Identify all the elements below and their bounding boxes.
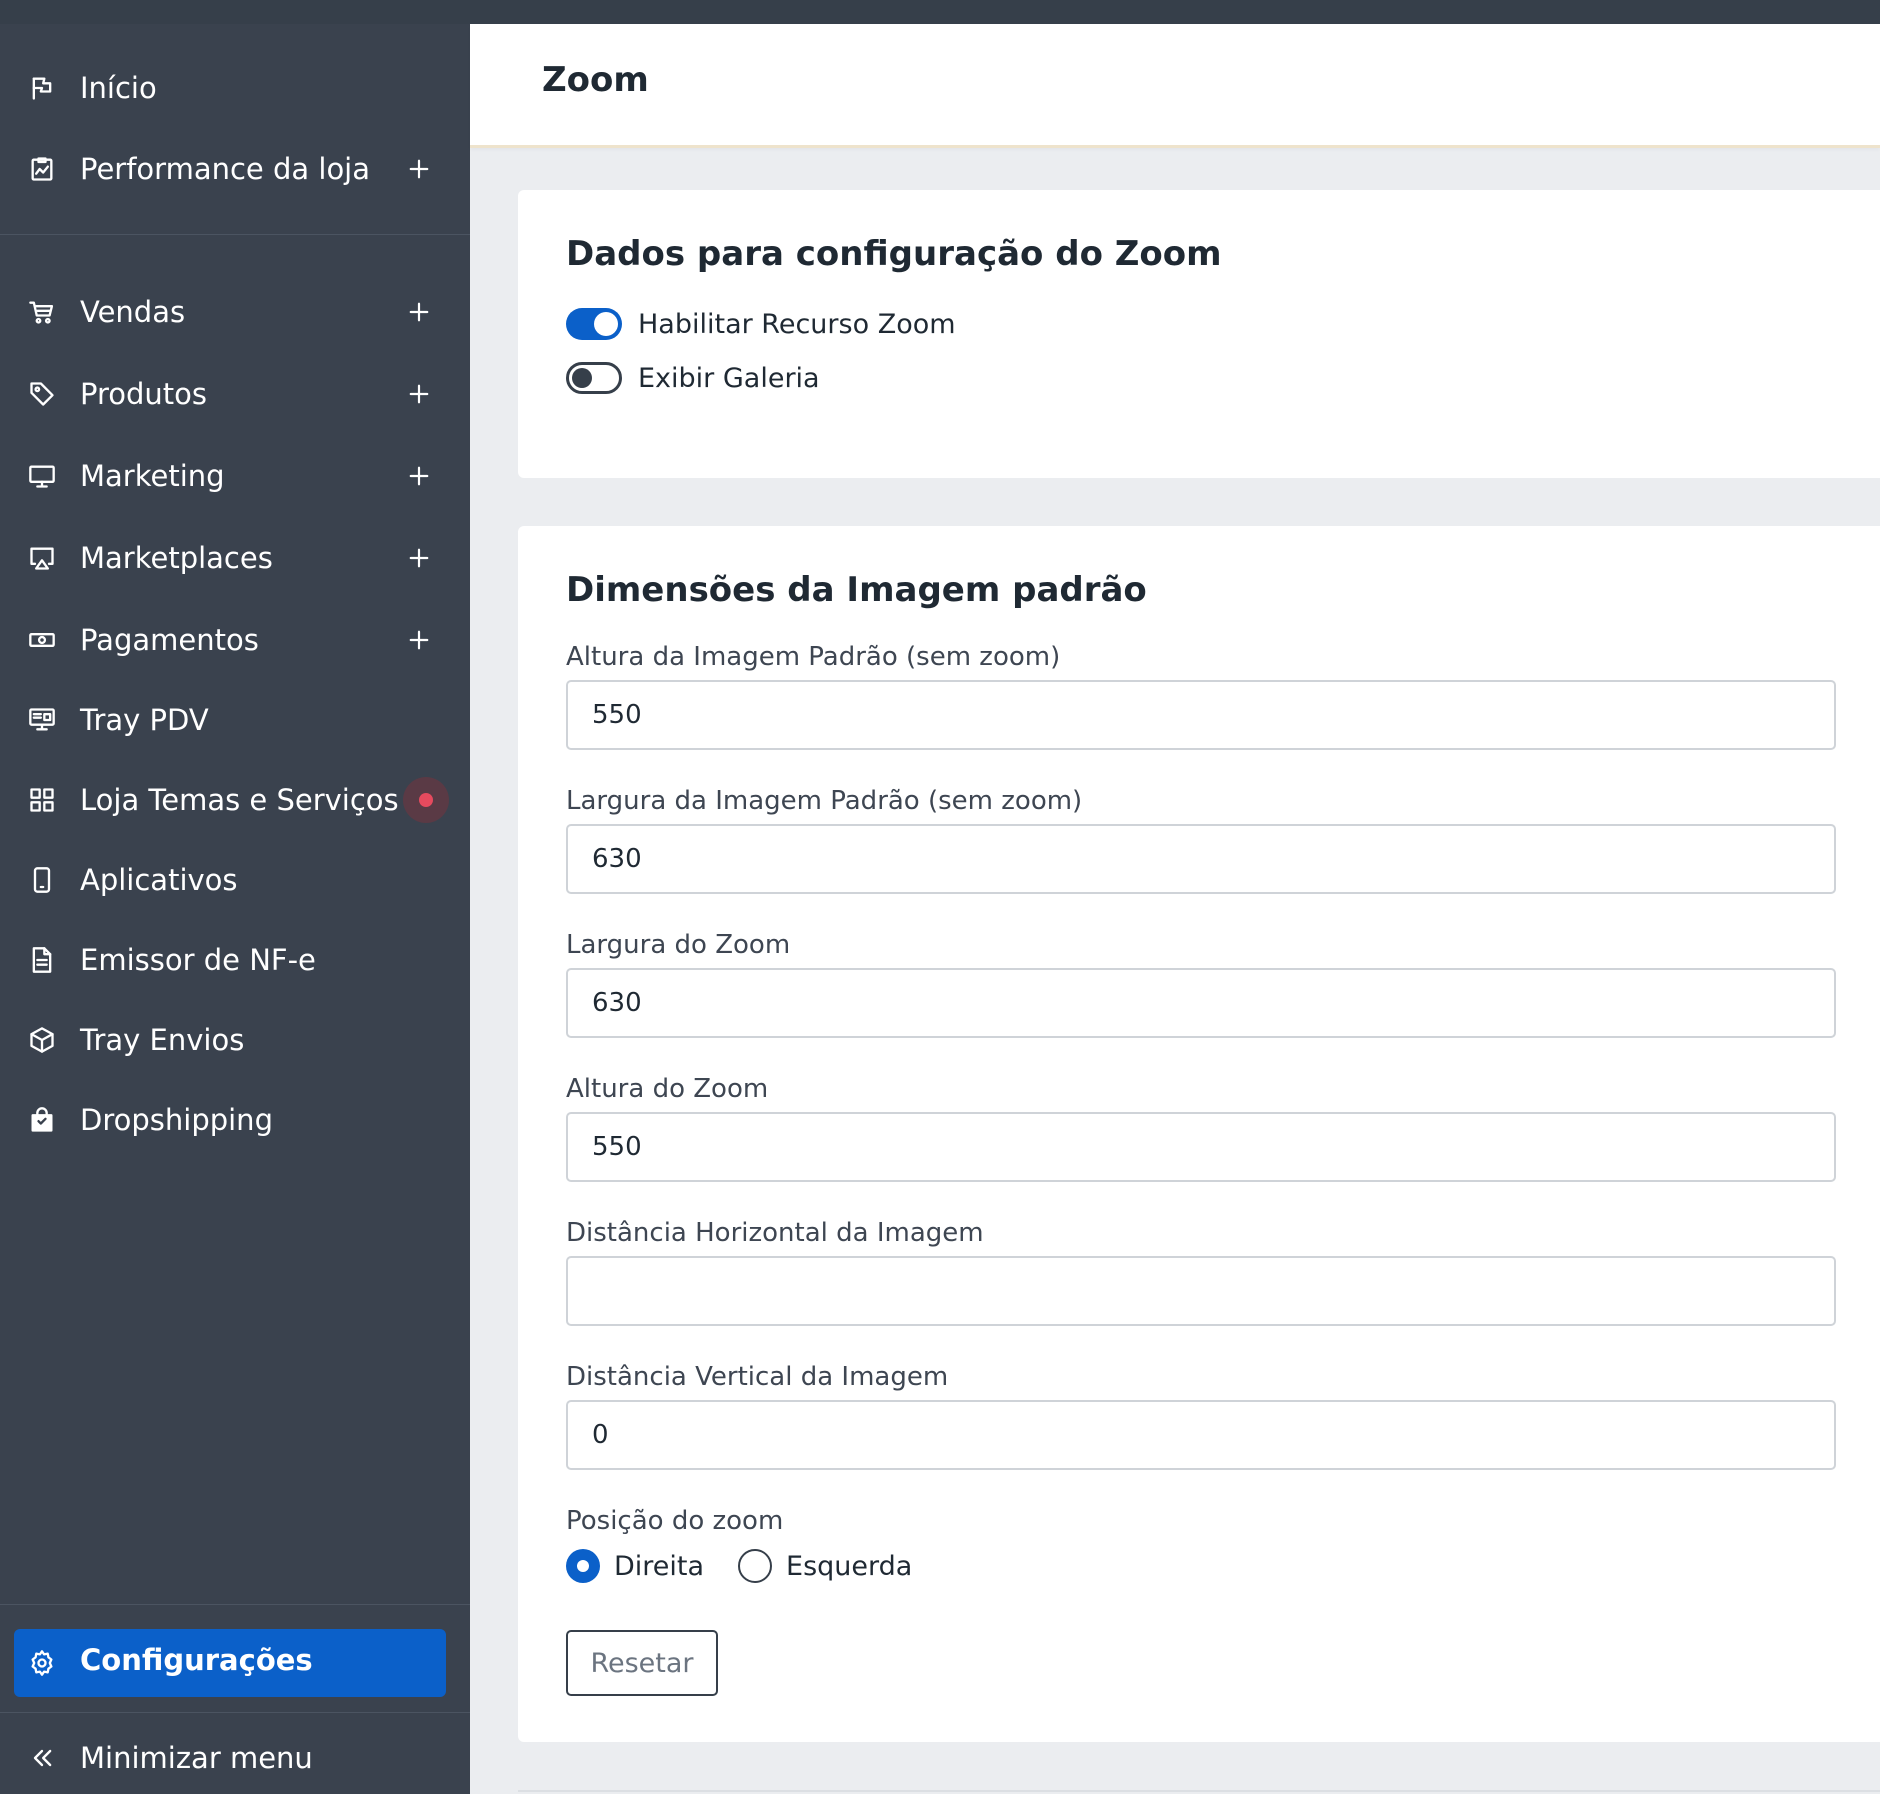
pos-terminal-icon [28,706,56,734]
default-image-width-input[interactable] [566,824,1836,894]
sidebar-item-aplicativos[interactable]: Aplicativos [0,850,470,910]
next-card-edge [518,1790,1880,1792]
tag-icon [28,380,56,408]
radio-label: Esquerda [786,1550,913,1582]
field-label: Altura da Imagem Padrão (sem zoom) [566,642,1061,672]
sidebar-item-label: Início [80,71,157,105]
default-image-height-input[interactable] [566,680,1836,750]
shopping-bag-icon [28,1106,56,1134]
toggle-switch-on[interactable] [566,308,622,340]
radio-left[interactable]: Esquerda [738,1549,912,1583]
show-gallery-toggle[interactable]: Exibir Galeria [566,360,820,396]
plus-icon[interactable] [404,379,434,409]
radio-right[interactable]: Direita [566,1549,704,1583]
toggle-switch-off[interactable] [566,362,622,394]
zoom-position-radio-group: Direita Esquerda [566,1548,946,1584]
sidebar-item-label: Dropshipping [80,1103,273,1137]
double-chevron-left-icon [28,1744,56,1772]
sidebar-divider [0,234,470,235]
reset-button[interactable]: Resetar [566,1630,718,1696]
sidebar-item-marketing[interactable]: Marketing [0,446,470,506]
image-dimensions-card: Dimensões da Imagem padrão Altura da Ima… [518,526,1880,1742]
sidebar-item-label: Marketing [80,459,225,493]
sidebar-item-label: Produtos [80,377,208,411]
plus-icon[interactable] [404,625,434,655]
plus-icon[interactable] [404,297,434,327]
radio-button-unchecked[interactable] [738,1549,773,1583]
monitor-icon [28,462,56,490]
sidebar-item-pagamentos[interactable]: Pagamentos [0,610,470,670]
sidebar-item-label: Emissor de NF-e [80,943,316,977]
field-label: Altura do Zoom [566,1074,769,1104]
chart-clipboard-icon [28,155,56,183]
field-label: Largura da Imagem Padrão (sem zoom) [566,786,1083,816]
sidebar-item-label: Pagamentos [80,623,259,657]
sidebar-item-label: Performance da loja [80,152,371,186]
grid-icon [28,786,56,814]
sidebar-item-tray-pdv[interactable]: Tray PDV [0,690,470,750]
plus-icon[interactable] [404,154,434,184]
toggle-label: Exibir Galeria [638,362,820,394]
sidebar-divider [0,1712,470,1713]
sidebar-item-label: Aplicativos [80,863,238,897]
document-icon [28,946,56,974]
zoom-height-input[interactable] [566,1112,1836,1182]
field-label: Largura do Zoom [566,930,791,960]
sidebar-divider [0,1604,470,1605]
cart-icon [28,298,56,326]
plus-icon[interactable] [404,543,434,573]
sidebar-item-inicio[interactable]: Início [0,58,470,118]
sidebar-item-label: Loja Temas e Serviços [80,783,399,817]
radio-button-checked[interactable] [566,1549,600,1583]
gear-icon [28,1649,56,1677]
page-title: Zoom [542,60,649,100]
smartphone-icon [28,866,56,894]
sidebar-item-loja-temas-e-servicos[interactable]: Loja Temas e Serviços [0,770,470,830]
minimize-menu-button[interactable]: Minimizar menu [0,1728,470,1788]
horizontal-distance-input[interactable] [566,1256,1836,1326]
field-label: Distância Vertical da Imagem [566,1362,949,1392]
sidebar-item-marketplaces[interactable]: Marketplaces [0,528,470,588]
plus-icon[interactable] [404,461,434,491]
zoom-config-card: Dados para configuração do Zoom Habilita… [518,190,1880,478]
radio-label: Direita [614,1550,705,1582]
sidebar-item-label: Vendas [80,295,186,329]
flag-icon [28,74,56,102]
field-label: Distância Horizontal da Imagem [566,1218,984,1248]
sidebar-item-emissor-de-nfe[interactable]: Emissor de NF-e [0,930,470,990]
sidebar-item-tray-envios[interactable]: Tray Envios [0,1010,470,1070]
sidebar-item-dropshipping[interactable]: Dropshipping [0,1090,470,1150]
card-title: Dimensões da Imagem padrão [566,570,1147,610]
sidebar-item-performance-da-loja[interactable]: Performance da loja [0,139,470,199]
sidebar-item-label: Tray PDV [80,703,209,737]
enable-zoom-toggle[interactable]: Habilitar Recurso Zoom [566,306,956,342]
notification-badge [403,777,449,823]
top-bar [0,0,1880,24]
banknote-icon [28,626,56,654]
sidebar-item-label: Tray Envios [80,1023,245,1057]
sidebar-item-label: Configurações [80,1643,313,1677]
sidebar-item-vendas[interactable]: Vendas [0,282,470,342]
box-icon [28,1026,56,1054]
sidebar-item-configuracoes[interactable]: Configurações [14,1629,446,1697]
sidebar: Início Performance da loja Vendas Produt… [0,24,470,1794]
page-header: Zoom [470,24,1880,148]
card-title: Dados para configuração do Zoom [566,234,1222,274]
zoom-width-input[interactable] [566,968,1836,1038]
minimize-menu-label: Minimizar menu [80,1741,313,1775]
toggle-label: Habilitar Recurso Zoom [638,308,956,340]
vertical-distance-input[interactable] [566,1400,1836,1470]
zoom-position-label: Posição do zoom [566,1506,784,1536]
cast-icon [28,544,56,572]
sidebar-item-label: Marketplaces [80,541,273,575]
sidebar-item-produtos[interactable]: Produtos [0,364,470,424]
